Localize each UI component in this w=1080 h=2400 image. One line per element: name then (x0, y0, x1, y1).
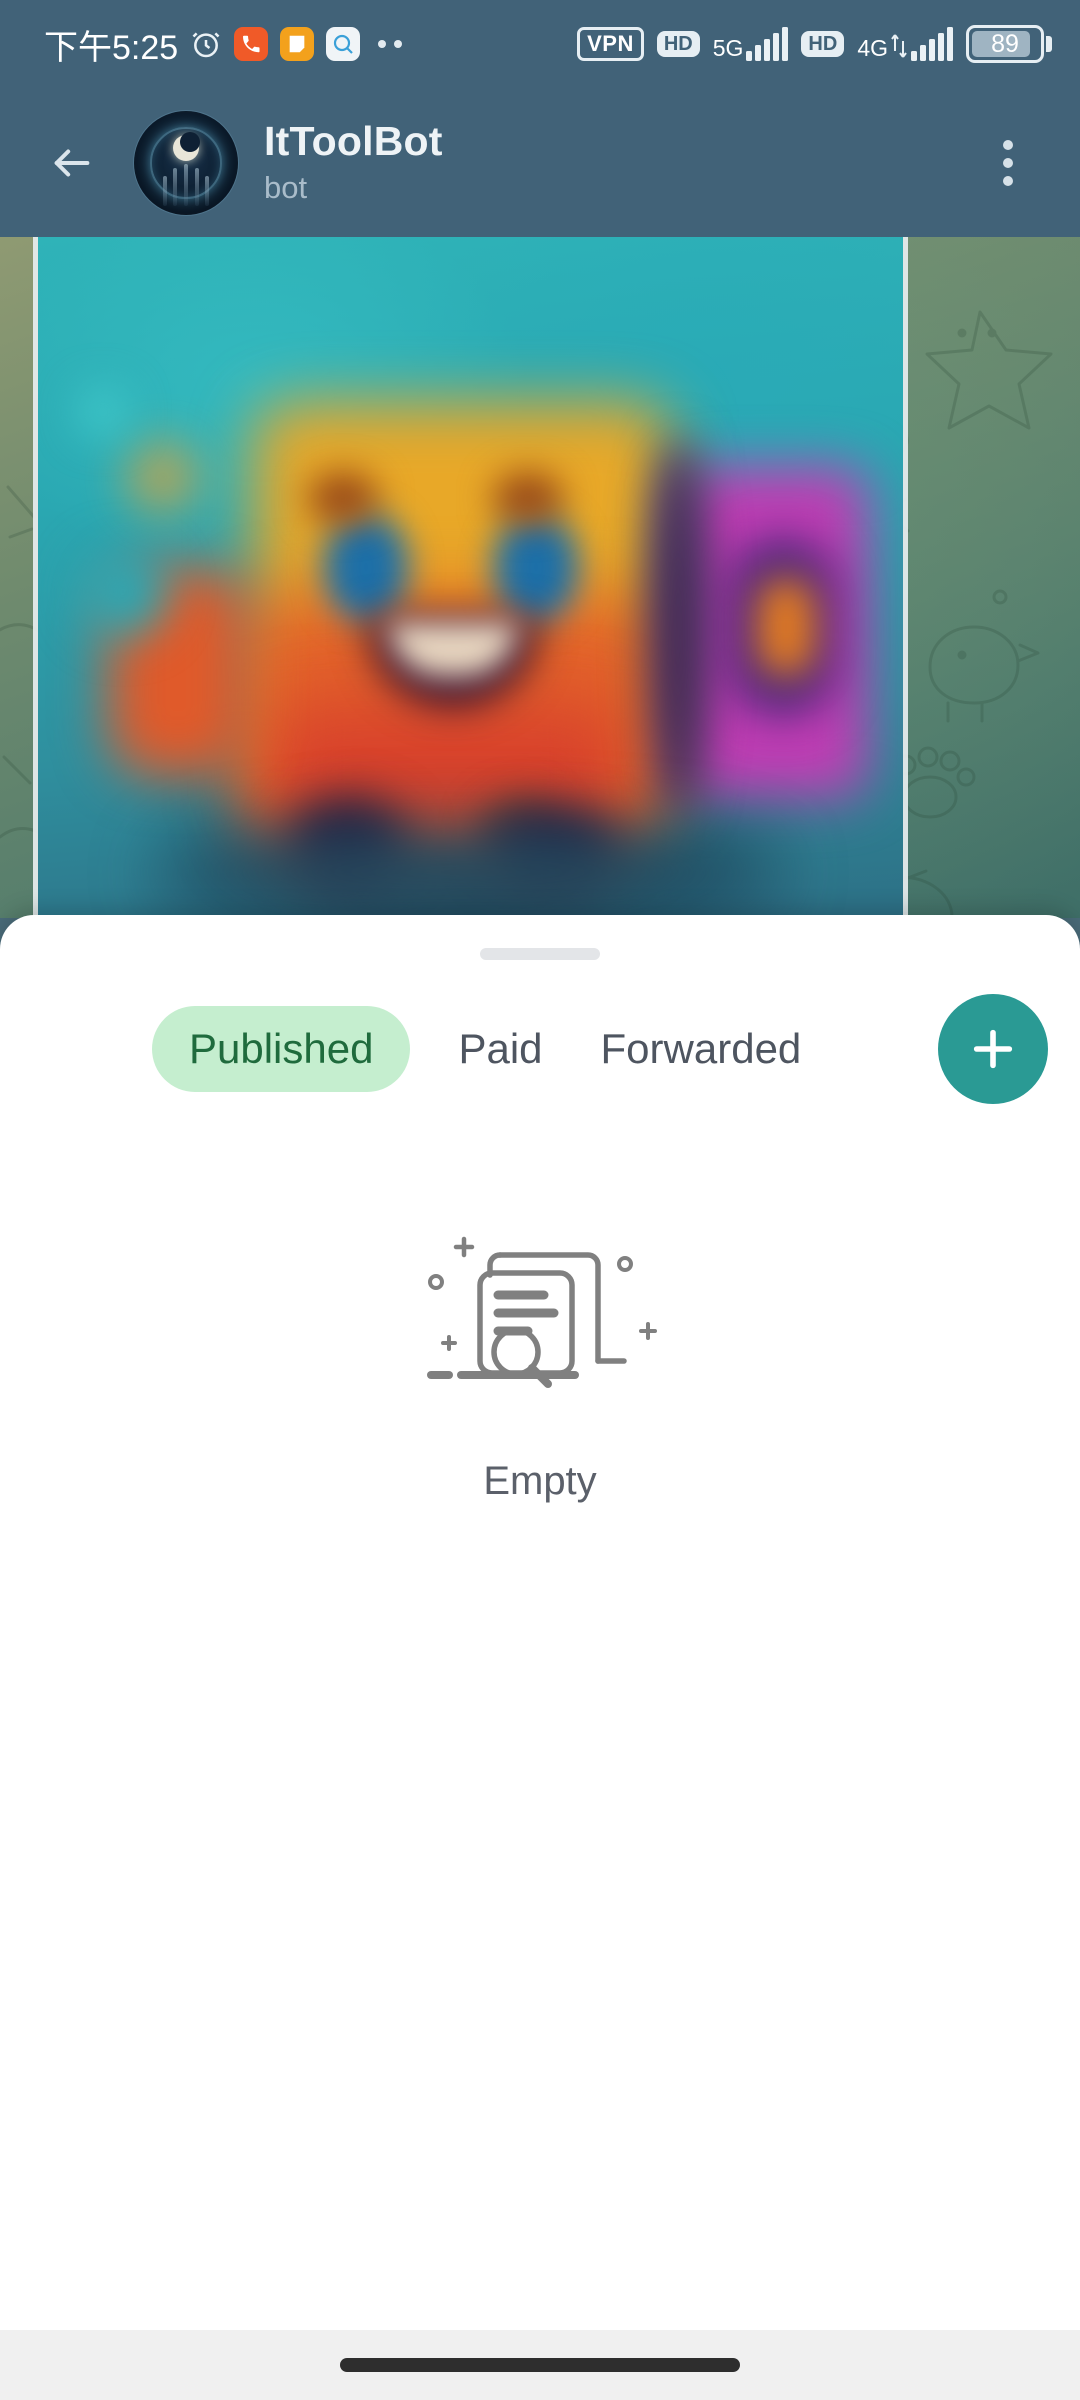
tab-bar: Published Paid Forwarded (0, 994, 1080, 1104)
signal-sim2: 4G (857, 27, 953, 61)
plus-icon (973, 1029, 1013, 1069)
chat-background (0, 237, 1080, 918)
avatar-tentacles (159, 160, 213, 207)
phone-screen: 下午5:25 VPN HD 5G HD 4G 89 ItToolBot bot … (0, 0, 1080, 2400)
data-transfer-arrows-icon (891, 31, 907, 61)
overflow-menu-button[interactable] (970, 125, 1046, 201)
signal-sim1: 5G (713, 27, 789, 61)
vpn-icon: VPN (577, 27, 644, 61)
tab-paid[interactable]: Paid (458, 1006, 542, 1092)
app-bar: ItToolBot bot (0, 88, 1080, 237)
status-bar-clock: 下午5:25 (44, 28, 179, 67)
tab-published[interactable]: Published (152, 1006, 411, 1092)
add-button[interactable] (938, 994, 1048, 1104)
back-button[interactable] (34, 125, 110, 201)
note-app-icon (280, 27, 315, 61)
hd-icon-sim1: HD (656, 31, 700, 57)
network-type-sim2: 4G (857, 35, 888, 62)
tab-forwarded[interactable]: Forwarded (601, 1006, 802, 1092)
battery-body: 89 (966, 25, 1044, 63)
empty-state-label: Empty (483, 1459, 597, 1503)
more-notifications-icon (378, 40, 403, 48)
blurred-robot-image (38, 237, 903, 918)
home-gesture-pill[interactable] (340, 2358, 740, 2372)
network-type-sim1: 5G (712, 35, 744, 62)
page-title: ItToolBot (264, 117, 443, 164)
status-bar-right: VPN HD 5G HD 4G 89 (577, 25, 1052, 63)
hd-icon-sim2: HD (801, 31, 845, 57)
battery-indicator: 89 (966, 25, 1052, 63)
back-arrow-icon (54, 148, 90, 177)
signal-bars-sim2 (911, 27, 953, 61)
overflow-menu-icon (1003, 139, 1013, 150)
system-navigation-bar (0, 2330, 1080, 2400)
signal-bars-sim1 (746, 27, 789, 61)
battery-cap (1046, 36, 1052, 52)
photo-message[interactable] (33, 237, 908, 918)
empty-documents-search-icon (427, 1236, 657, 1388)
status-bar: 下午5:25 VPN HD 5G HD 4G 89 (0, 0, 1080, 88)
avatar[interactable] (134, 110, 238, 215)
battery-percent-label: 89 (991, 29, 1019, 58)
sheet-drag-handle[interactable] (480, 948, 600, 960)
status-bar-left: 下午5:25 (44, 20, 403, 69)
chat-app-icon (326, 27, 361, 61)
alarm-clock-icon (190, 28, 222, 60)
bottom-sheet: Published Paid Forwarded Empty (0, 915, 1080, 2335)
empty-state: Empty (0, 1215, 1080, 1504)
avatar-eye-icon (173, 131, 200, 161)
chat-subtitle: bot (264, 169, 308, 205)
phone-app-icon (234, 27, 269, 61)
chat-title-block[interactable]: ItToolBot bot (264, 118, 443, 208)
